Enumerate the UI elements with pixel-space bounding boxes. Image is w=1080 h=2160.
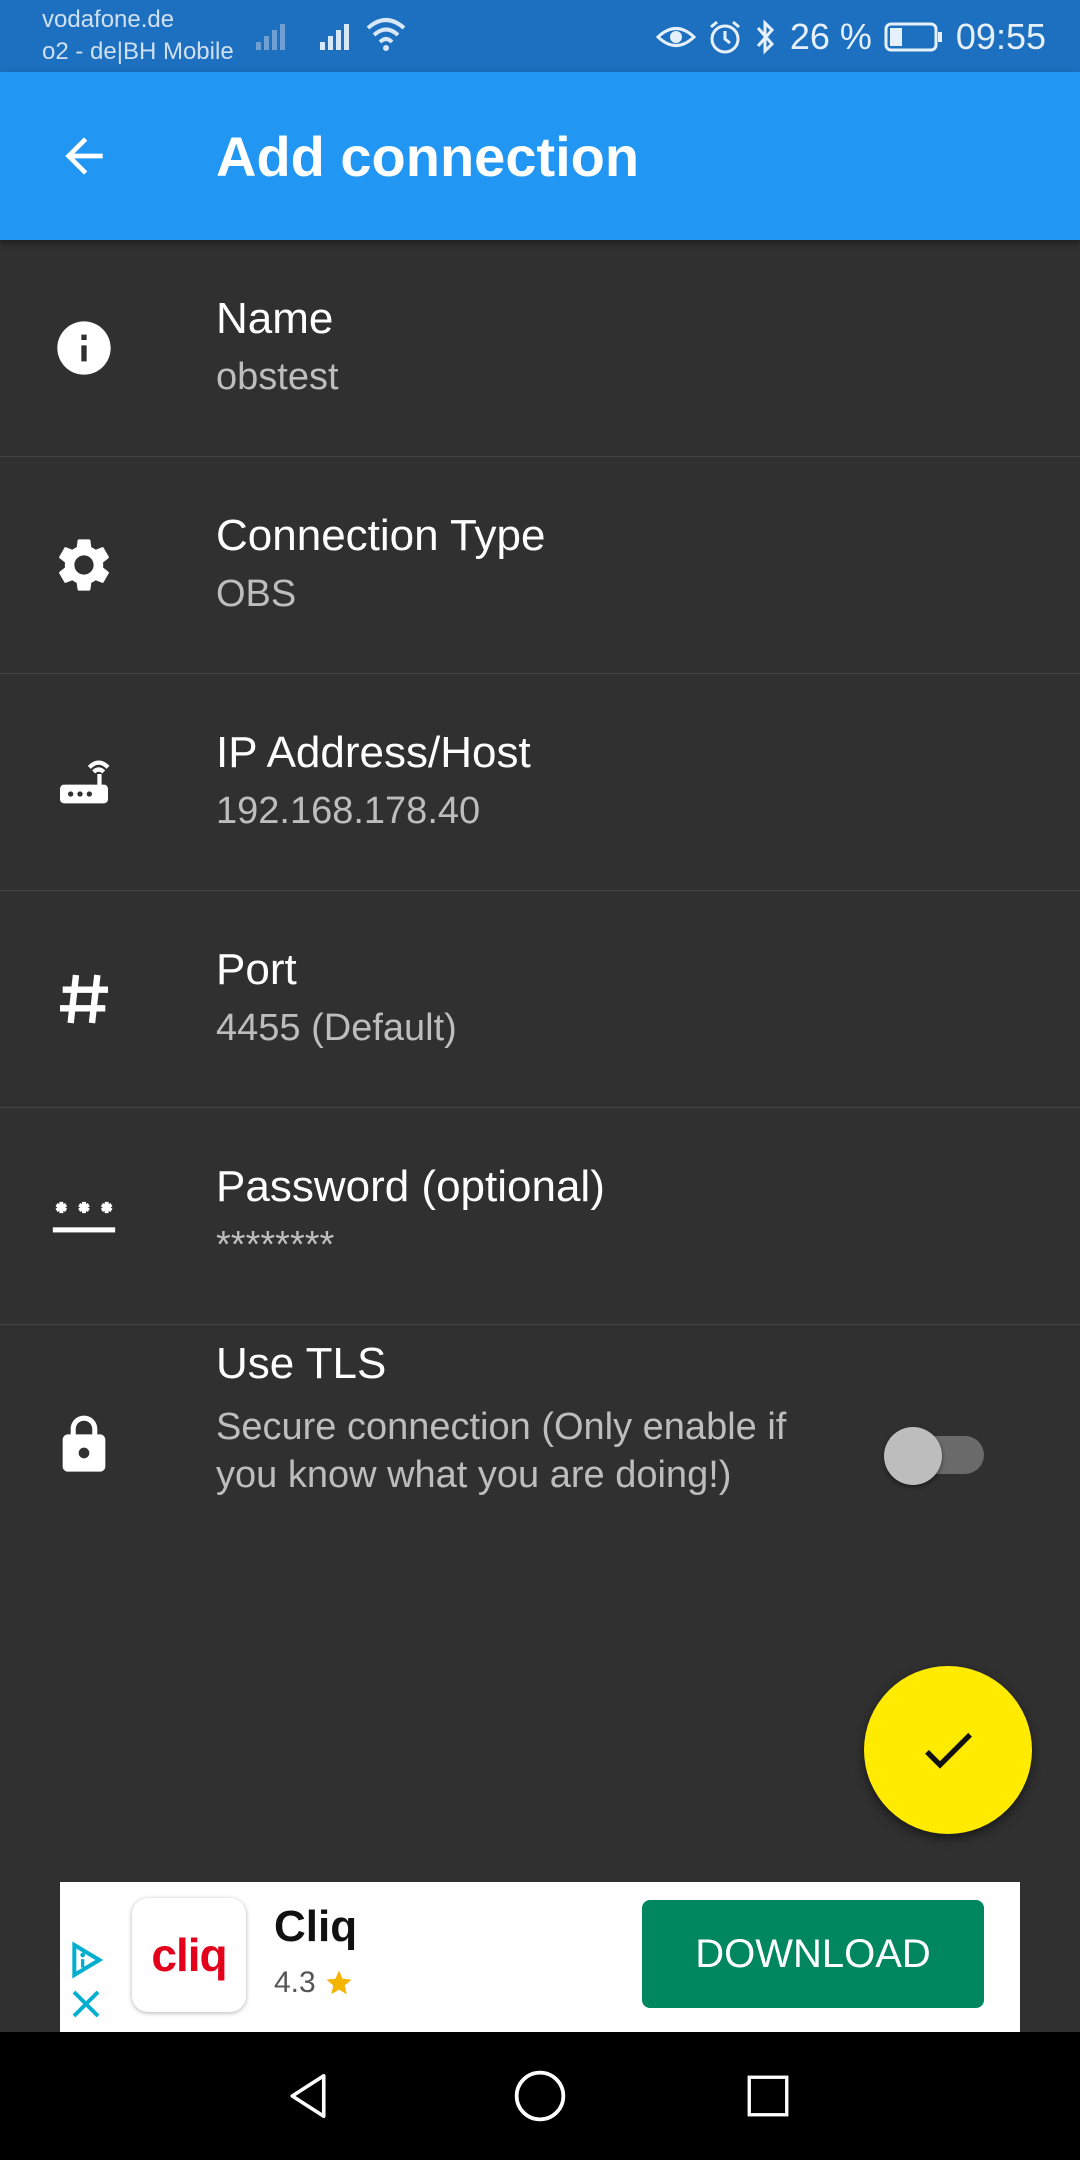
- alarm-icon: [709, 20, 740, 54]
- ad-app-name[interactable]: Cliq: [274, 1902, 357, 1952]
- navigation-bar: [0, 2032, 1080, 2160]
- connection-type-field[interactable]: Connection Type OBS: [0, 457, 1080, 674]
- name-field[interactable]: Name obstest: [0, 240, 1080, 457]
- gear-icon: [50, 531, 118, 599]
- password-icon: [50, 1182, 118, 1250]
- field-title: Password (optional): [216, 1162, 605, 1211]
- page-title: Add connection: [216, 125, 640, 188]
- field-description: Secure connection (Only enable if you kn…: [216, 1406, 787, 1496]
- back-button[interactable]: [40, 112, 128, 200]
- close-icon[interactable]: [68, 1986, 104, 2022]
- nav-back-button[interactable]: [276, 2064, 340, 2128]
- field-value: obstest: [216, 356, 339, 398]
- router-icon: [50, 748, 118, 816]
- nav-recents-icon: [747, 2075, 789, 2117]
- field-value: 4455 (Default): [216, 1007, 457, 1049]
- ad-banner[interactable]: cliq Cliq 4.3 DOWNLOAD: [60, 1882, 1020, 2032]
- star-icon: [326, 1970, 352, 1995]
- signal-icon: [256, 24, 285, 50]
- field-value: OBS: [216, 573, 297, 615]
- field-title: Use TLS: [216, 1339, 387, 1388]
- hash-icon: [50, 965, 118, 1033]
- carrier-primary: vodafone.de: [42, 6, 175, 33]
- lock-icon: [50, 1411, 118, 1479]
- ad-rating: 4.3: [274, 1966, 354, 2000]
- field-title: Connection Type: [216, 511, 546, 560]
- use-tls-field[interactable]: Use TLS Secure connection (Only enable i…: [0, 1325, 1080, 1565]
- signal-icon-2: [320, 24, 349, 50]
- field-value: ********: [216, 1224, 335, 1266]
- bluetooth-icon: [756, 19, 774, 55]
- ad-download-button[interactable]: DOWNLOAD: [642, 1900, 984, 2008]
- field-title: IP Address/Host: [216, 728, 531, 777]
- info-icon: [50, 314, 118, 382]
- password-field[interactable]: Password (optional) ********: [0, 1108, 1080, 1325]
- carrier-secondary: o2 - de|BH Mobile: [42, 38, 234, 65]
- check-icon: [925, 1732, 972, 1769]
- field-title: Name: [216, 294, 334, 343]
- tls-toggle[interactable]: [884, 1421, 994, 1485]
- ip-address-field[interactable]: IP Address/Host 192.168.178.40: [0, 674, 1080, 891]
- ad-rating-value: 4.3: [274, 1966, 316, 1999]
- field-title: Port: [216, 945, 297, 994]
- nav-recents-button[interactable]: [736, 2064, 800, 2128]
- toggle-thumb: [884, 1427, 942, 1485]
- wifi-icon: [366, 18, 406, 51]
- ad-app-logo[interactable]: cliq: [132, 1898, 246, 2012]
- connection-form: Name obstest Connection Type OBS IP Addr…: [0, 240, 1080, 1565]
- status-bar: vodafone.de o2 - de|BH Mobile 26 % 09:55: [0, 0, 1080, 72]
- eye-icon: [655, 27, 696, 47]
- arrow-back-icon: [65, 137, 103, 175]
- ad-choices-icon[interactable]: [66, 1940, 106, 1980]
- nav-home-button[interactable]: [508, 2064, 572, 2128]
- clock: 09:55: [955, 16, 1046, 57]
- app-bar: Add connection: [0, 72, 1080, 240]
- battery-icon: [884, 22, 942, 52]
- battery-percent: 26 %: [789, 16, 872, 57]
- save-fab-button[interactable]: [864, 1666, 1032, 1834]
- field-value: 192.168.178.40: [216, 790, 481, 832]
- port-field[interactable]: Port 4455 (Default): [0, 891, 1080, 1108]
- nav-back-icon: [290, 2073, 326, 2119]
- nav-home-icon: [514, 2070, 566, 2122]
